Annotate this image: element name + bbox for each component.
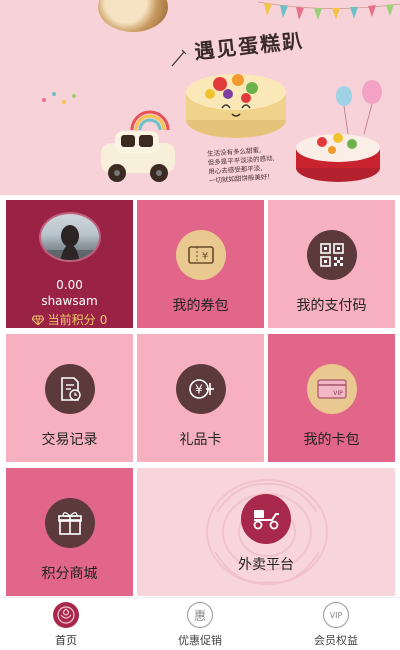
gift-box-icon	[44, 498, 95, 548]
car-cake-image	[101, 131, 175, 182]
tile-pay-code[interactable]: 我的支付码	[268, 200, 395, 328]
member-icon-glyph: VIP	[329, 610, 343, 620]
svg-text:¥: ¥	[201, 251, 207, 262]
hui-badge-icon: 惠	[187, 602, 213, 628]
tab-label: 会员权益	[314, 634, 358, 647]
vip-badge-icon: VIP	[323, 602, 349, 628]
tile-label: 外卖平台	[238, 557, 294, 573]
tile-label: 礼品卡	[179, 432, 222, 448]
document-clock-icon	[44, 364, 95, 414]
svg-text:VIP: VIP	[333, 390, 343, 397]
tile-gift-card[interactable]: ¥ 礼品卡	[137, 334, 264, 462]
username: shawsam	[41, 294, 98, 308]
tile-trade-records[interactable]: 交易记录	[6, 334, 133, 462]
app-root: 遇见蛋糕趴 生活没有多么甜蜜, 但多是平平淡淡的感动, 用心去感受那平淡, 一切…	[0, 0, 400, 650]
diamond-icon	[31, 315, 44, 325]
vip-card-icon: VIP	[306, 364, 357, 414]
tab-label: 优惠促销	[178, 634, 222, 647]
tab-promotions[interactable]: 惠 优惠促销	[150, 602, 250, 648]
delivery-scooter-icon	[241, 494, 291, 544]
balance-value: 0.00	[56, 278, 83, 292]
tile-label: 交易记录	[41, 432, 98, 448]
tile-label: 我的券包	[172, 298, 229, 314]
tile-card-pack[interactable]: VIP 我的卡包	[268, 334, 395, 462]
tab-home[interactable]: 首页	[16, 602, 116, 648]
avatar[interactable]	[38, 212, 101, 262]
red-velvet-cake-image	[296, 133, 380, 182]
avatar-image	[40, 225, 99, 260]
tab-label: 首页	[55, 634, 77, 647]
rose-icon	[53, 602, 79, 628]
profile-card[interactable]: 0.00 shawsam 当前积分 0	[6, 200, 133, 328]
tile-label: 我的卡包	[303, 432, 360, 448]
yen-card-icon: ¥	[175, 364, 226, 414]
qr-code-icon	[306, 230, 357, 280]
coupon-ticket-icon: ¥	[175, 230, 226, 280]
tile-coupon-pack[interactable]: ¥ 我的券包	[137, 200, 264, 328]
tile-label: 我的支付码	[296, 298, 367, 314]
bottom-tab-bar: 首页 惠 优惠促销 VIP 会员权益	[0, 597, 400, 650]
fruit-cake-image	[186, 74, 286, 138]
promo-icon-glyph: 惠	[193, 608, 206, 623]
points-label: 当前积分	[47, 313, 96, 327]
tile-takeout-platform[interactable]: 外卖平台	[137, 468, 395, 596]
tile-points-mall[interactable]: 积分商城	[6, 468, 133, 596]
points-row[interactable]: 当前积分 0	[31, 311, 108, 328]
points-value: 0	[99, 312, 108, 327]
banner-quote: 生活没有多么甜蜜, 但多是平平淡淡的感动, 用心去感受那平淡, 一切就如甜饼般美…	[207, 144, 293, 186]
banner-cake-corner-image	[98, 0, 168, 32]
promo-banner[interactable]: 遇见蛋糕趴 生活没有多么甜蜜, 但多是平平淡淡的感动, 用心去感受那平淡, 一切…	[0, 0, 400, 195]
pennant-garland-decoration	[258, 1, 400, 20]
svg-text:¥: ¥	[195, 383, 203, 397]
confetti-doodle	[42, 92, 76, 104]
fork-doodle	[171, 49, 187, 67]
tab-member-benefits[interactable]: VIP 会员权益	[286, 602, 386, 648]
tile-label: 积分商城	[41, 566, 98, 582]
